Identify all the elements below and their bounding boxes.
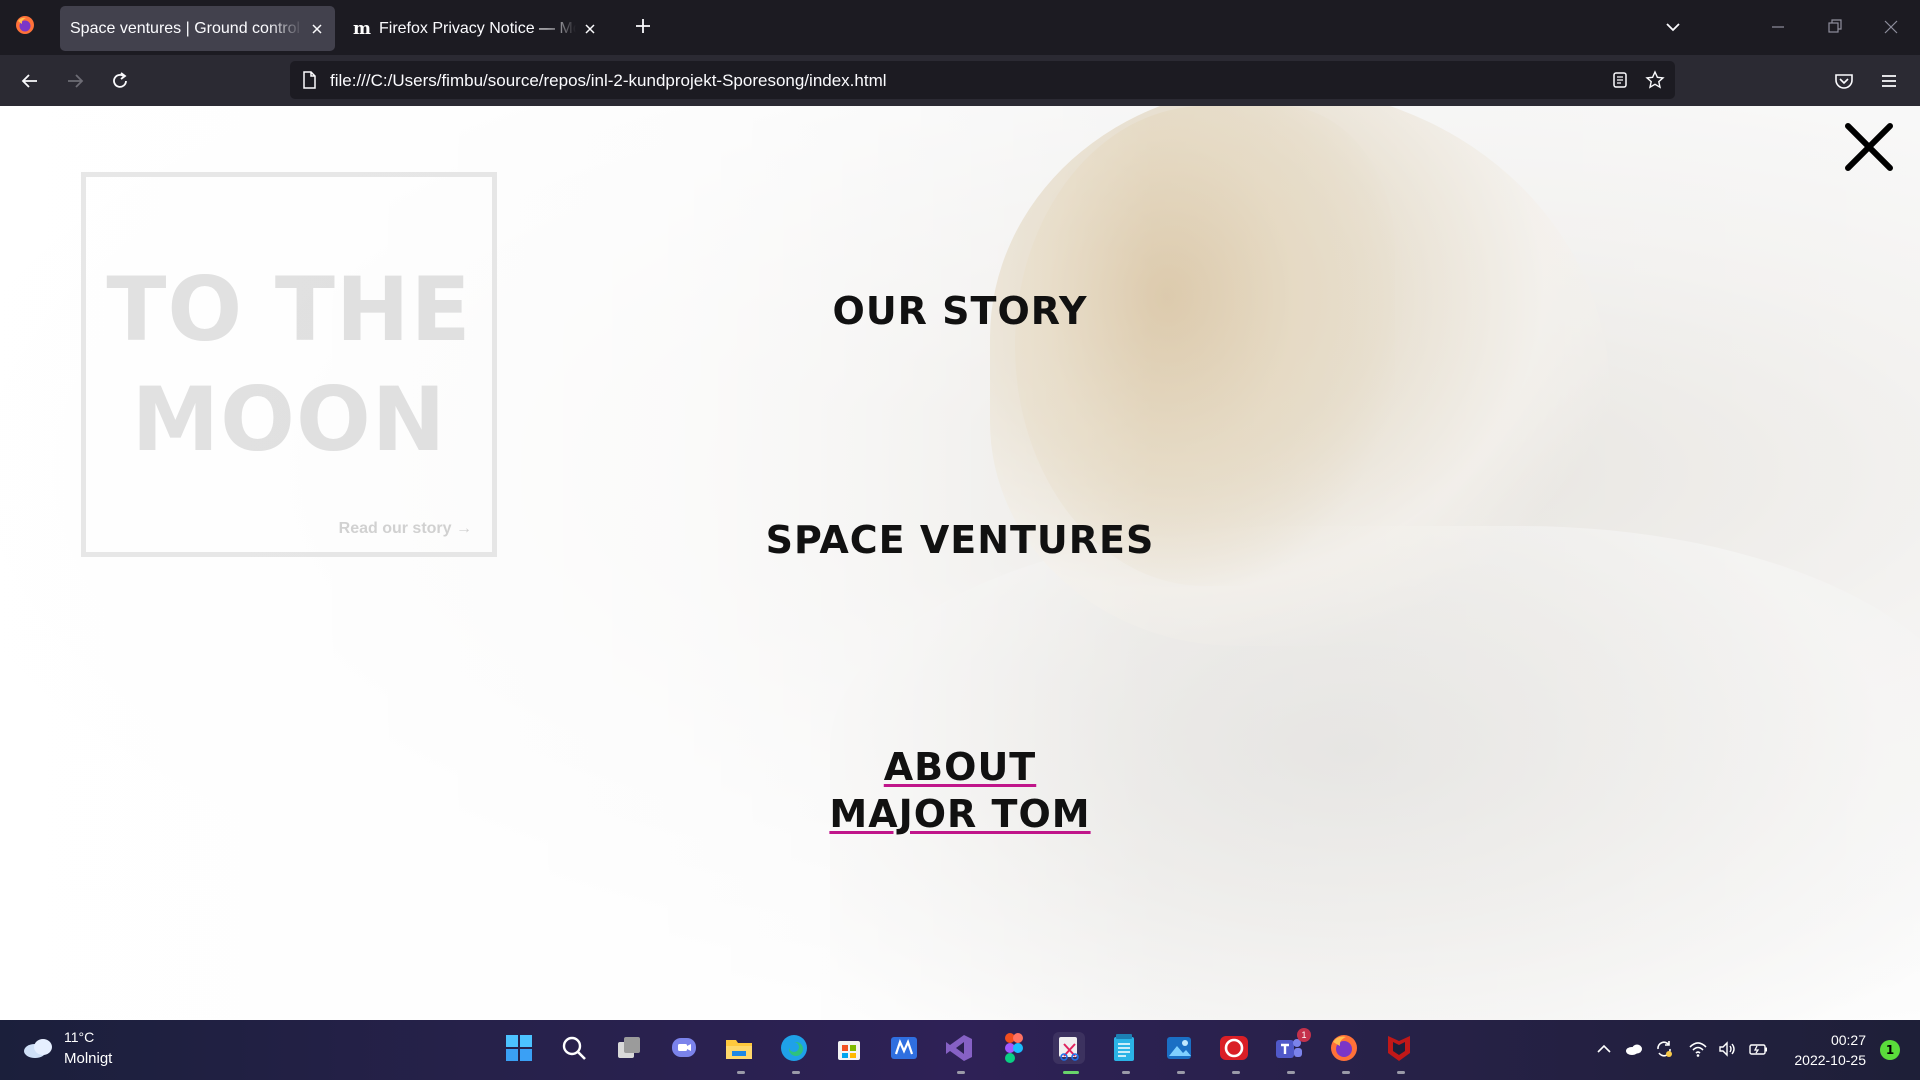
active-indicator xyxy=(1063,1071,1079,1074)
menu-item-our-story[interactable]: OUR STORY xyxy=(0,288,1920,335)
tab-title: Firefox Privacy Notice — Mozilla xyxy=(379,19,576,37)
onedrive-icon[interactable] xyxy=(1624,1039,1644,1059)
new-tab-icon[interactable] xyxy=(633,16,653,36)
wifi-icon[interactable] xyxy=(1688,1039,1708,1059)
notepad-icon[interactable] xyxy=(1108,1032,1140,1064)
hamburger-menu-icon[interactable] xyxy=(1878,70,1900,92)
close-menu-icon[interactable] xyxy=(1843,121,1895,173)
edge-icon[interactable] xyxy=(778,1032,810,1064)
file-explorer-icon[interactable] xyxy=(723,1032,755,1064)
menu-item-label[interactable]: SPACE VENTURES xyxy=(766,517,1155,564)
bookmark-star-icon[interactable] xyxy=(1645,70,1665,90)
tab-strip: Space ventures | Ground control to Major… xyxy=(0,0,1920,55)
tab-space-ventures[interactable]: Space ventures | Ground control to Major… xyxy=(60,6,335,51)
photos-icon[interactable] xyxy=(1163,1032,1195,1064)
windows-taskbar: 11°C Molnigt 1 00:27 2022-10-25 1 xyxy=(0,1020,1920,1080)
close-window-icon[interactable] xyxy=(1880,16,1902,38)
weather-temperature[interactable]: 11°C xyxy=(64,1029,94,1045)
teams-icon[interactable]: 1 xyxy=(1273,1028,1311,1064)
visual-studio-icon[interactable] xyxy=(943,1032,975,1064)
address-bar[interactable]: file:///C:/Users/fimbu/source/repos/inl-… xyxy=(290,61,1675,99)
reload-icon[interactable] xyxy=(109,70,131,92)
menu-item-label-line1[interactable]: ABOUT xyxy=(884,744,1036,791)
teams-notification-badge: 1 xyxy=(1297,1028,1311,1042)
running-indicator xyxy=(1122,1071,1130,1074)
tab-firefox-privacy[interactable]: m Firefox Privacy Notice — Mozilla xyxy=(343,6,608,51)
weather-condition[interactable]: Molnigt xyxy=(64,1050,112,1067)
running-indicator xyxy=(1177,1071,1185,1074)
running-indicator xyxy=(1232,1071,1240,1074)
page-content: TO THE MOON Read our story → OUR STORY S… xyxy=(0,106,1920,1020)
cloud-weather-icon[interactable] xyxy=(22,1036,56,1060)
clock-date: 2022-10-25 xyxy=(1794,1052,1866,1068)
minimize-icon[interactable] xyxy=(1767,16,1789,38)
running-indicator xyxy=(957,1071,965,1074)
creative-cloud-icon[interactable] xyxy=(1218,1032,1250,1064)
restore-icon[interactable] xyxy=(1824,16,1846,38)
menu-item-label[interactable]: OUR STORY xyxy=(833,288,1088,335)
chat-icon[interactable] xyxy=(668,1032,700,1064)
start-icon[interactable] xyxy=(503,1032,535,1064)
running-indicator xyxy=(1342,1071,1350,1074)
firefox-taskbar-icon[interactable] xyxy=(1328,1032,1360,1064)
battery-icon[interactable] xyxy=(1748,1039,1768,1059)
back-icon[interactable] xyxy=(19,70,41,92)
search-icon[interactable] xyxy=(558,1032,590,1064)
figma-icon[interactable] xyxy=(998,1032,1030,1064)
pocket-icon[interactable] xyxy=(1833,70,1855,92)
menu-item-label-line2[interactable]: MAJOR TOM xyxy=(829,791,1090,838)
list-all-tabs-icon[interactable] xyxy=(1664,18,1682,36)
running-indicator xyxy=(737,1071,745,1074)
running-indicator xyxy=(792,1071,800,1074)
snipping-tool-icon[interactable] xyxy=(1053,1032,1085,1064)
reader-view-icon[interactable] xyxy=(1610,70,1630,90)
running-indicator xyxy=(1397,1071,1405,1074)
sync-icon[interactable] xyxy=(1654,1039,1674,1059)
system-clock[interactable]: 00:27 2022-10-25 xyxy=(1794,1030,1866,1070)
navigation-toolbar: file:///C:/Users/fimbu/source/repos/inl-… xyxy=(0,55,1920,106)
volume-icon[interactable] xyxy=(1717,1039,1737,1059)
store-icon[interactable] xyxy=(833,1032,865,1064)
menu-item-space-ventures[interactable]: SPACE VENTURES xyxy=(0,517,1920,564)
task-view-icon[interactable] xyxy=(613,1032,645,1064)
hero-title-line2: MOON xyxy=(131,368,447,471)
markdown-editor-icon[interactable] xyxy=(888,1032,920,1064)
hero-card: TO THE MOON Read our story → xyxy=(81,172,497,557)
page-file-icon[interactable] xyxy=(299,70,319,90)
forward-icon[interactable] xyxy=(64,70,86,92)
mcafee-icon[interactable] xyxy=(1383,1032,1415,1064)
mozilla-favicon-icon: m xyxy=(353,18,371,39)
close-tab-icon[interactable] xyxy=(582,21,598,37)
running-indicator xyxy=(1287,1071,1295,1074)
firefox-icon[interactable] xyxy=(15,15,35,35)
url-text[interactable]: file:///C:/Users/fimbu/source/repos/inl-… xyxy=(330,71,887,91)
tab-title: Space ventures | Ground control to Major… xyxy=(70,19,303,37)
menu-item-about-major-tom[interactable]: ABOUT MAJOR TOM xyxy=(0,744,1920,838)
clock-time: 00:27 xyxy=(1830,1032,1866,1048)
show-hidden-icons-icon[interactable] xyxy=(1594,1039,1614,1059)
close-tab-icon[interactable] xyxy=(309,21,325,37)
notification-center-badge[interactable]: 1 xyxy=(1880,1040,1900,1060)
